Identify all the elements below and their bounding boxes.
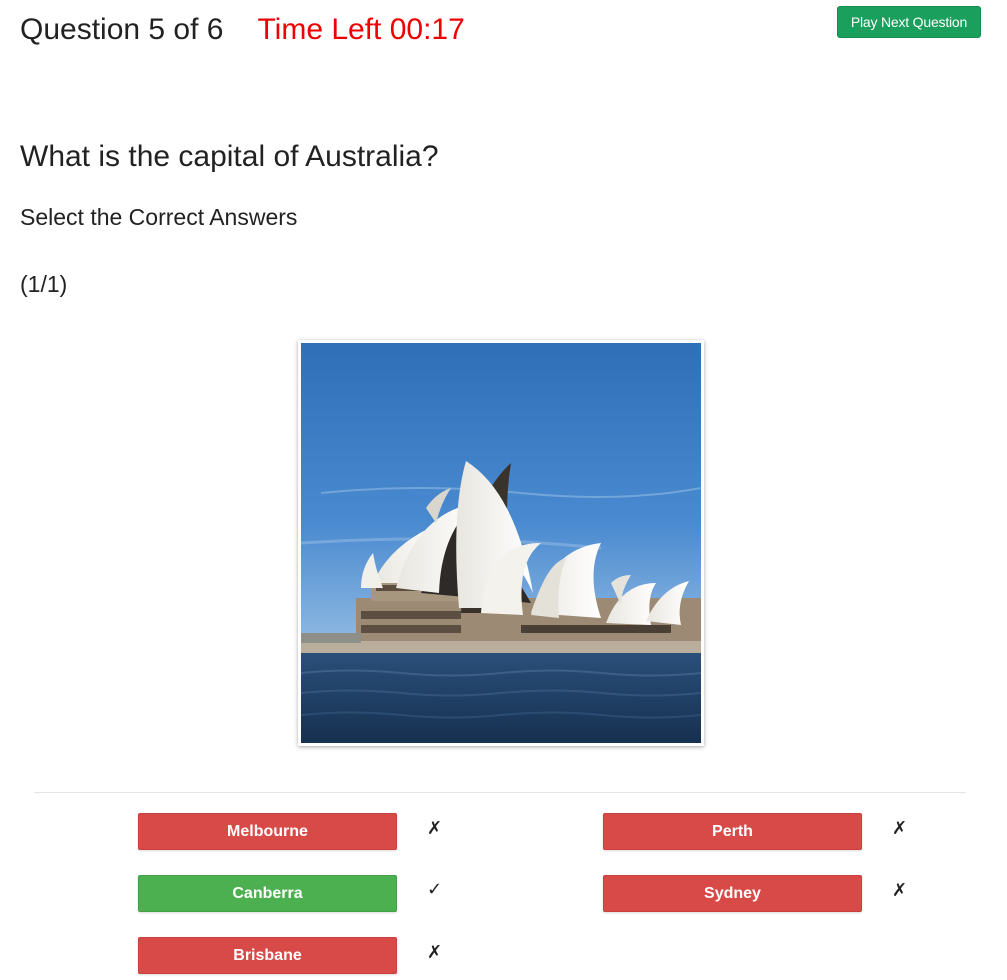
- question-image: [298, 340, 704, 746]
- question-text: What is the capital of Australia?: [20, 140, 439, 173]
- correct-check-icon: ✓: [427, 879, 443, 900]
- answer-option-brisbane[interactable]: Brisbane: [138, 937, 397, 974]
- answer-count: (1/1): [20, 271, 68, 297]
- answer-option-perth[interactable]: Perth: [603, 813, 862, 850]
- question-instruction: Select the Correct Answers: [20, 204, 298, 230]
- play-next-question-button[interactable]: Play Next Question: [837, 6, 981, 38]
- answer-option-sydney[interactable]: Sydney: [603, 875, 862, 912]
- answer-option-canberra[interactable]: Canberra: [138, 875, 397, 912]
- question-counter: Question 5 of 6: [20, 13, 224, 46]
- answer-option-melbourne[interactable]: Melbourne: [138, 813, 397, 850]
- divider: [34, 792, 966, 793]
- incorrect-cross-icon: ✗: [892, 880, 908, 901]
- incorrect-cross-icon: ✗: [427, 942, 443, 963]
- quiz-header: Question 5 of 6 Time Left 00:17: [20, 10, 465, 50]
- time-left: Time Left 00:17: [257, 13, 465, 46]
- incorrect-cross-icon: ✗: [892, 818, 908, 839]
- opera-house-image: [301, 343, 701, 743]
- incorrect-cross-icon: ✗: [427, 818, 443, 839]
